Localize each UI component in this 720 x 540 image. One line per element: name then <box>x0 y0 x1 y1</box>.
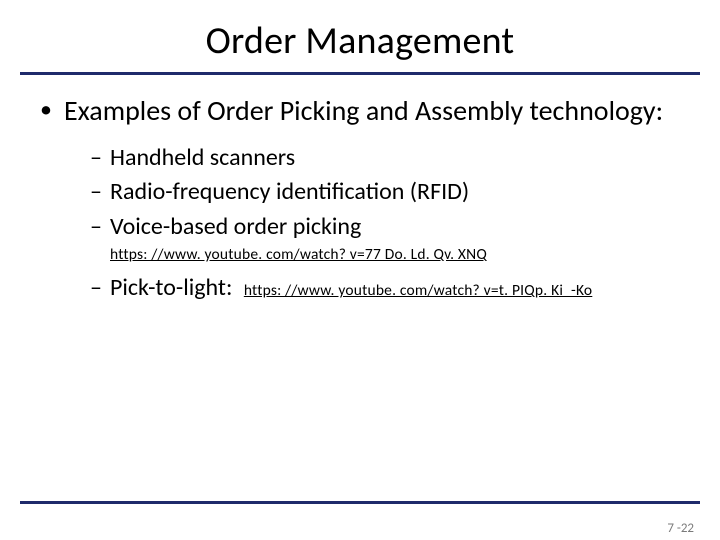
page-number: 7 -22 <box>667 521 694 536</box>
sub-item-rfid: – Radio-frequency identification (RFID) <box>90 176 680 208</box>
dash-icon: – <box>90 142 110 174</box>
sub-item-label: Voice-based order picking <box>110 211 361 243</box>
sub-item-handheld: – Handheld scanners <box>90 142 680 174</box>
sub-item-label: Handheld scanners <box>110 142 295 174</box>
slide-title: Order Management <box>0 18 720 64</box>
bullet-main: • Examples of Order Picking and Assembly… <box>40 93 680 128</box>
sub-list-continued: – Pick-to-light: https: //www. youtube. … <box>90 272 680 304</box>
content-area: • Examples of Order Picking and Assembly… <box>0 75 720 305</box>
bullet-text: Examples of Order Picking and Assembly t… <box>64 93 663 128</box>
bullet-icon: • <box>40 93 64 127</box>
sub-item-label: Radio-frequency identification (RFID) <box>110 176 469 208</box>
link-voice-video[interactable]: https: //www. youtube. com/watch? v=77 D… <box>110 245 680 264</box>
slide: Order Management • Examples of Order Pic… <box>0 18 720 540</box>
footer-rule <box>20 501 700 504</box>
dash-icon: – <box>90 272 110 304</box>
sub-item-voice: – Voice-based order picking <box>90 211 680 243</box>
link-pick-to-light-video[interactable]: https: //www. youtube. com/watch? v=t. P… <box>244 281 592 300</box>
dash-icon: – <box>90 211 110 243</box>
sub-list: – Handheld scanners – Radio-frequency id… <box>90 142 680 243</box>
dash-icon: – <box>90 176 110 208</box>
sub-item-pick-to-light: – Pick-to-light: https: //www. youtube. … <box>90 272 680 304</box>
sub-item-label: Pick-to-light: <box>110 273 232 302</box>
